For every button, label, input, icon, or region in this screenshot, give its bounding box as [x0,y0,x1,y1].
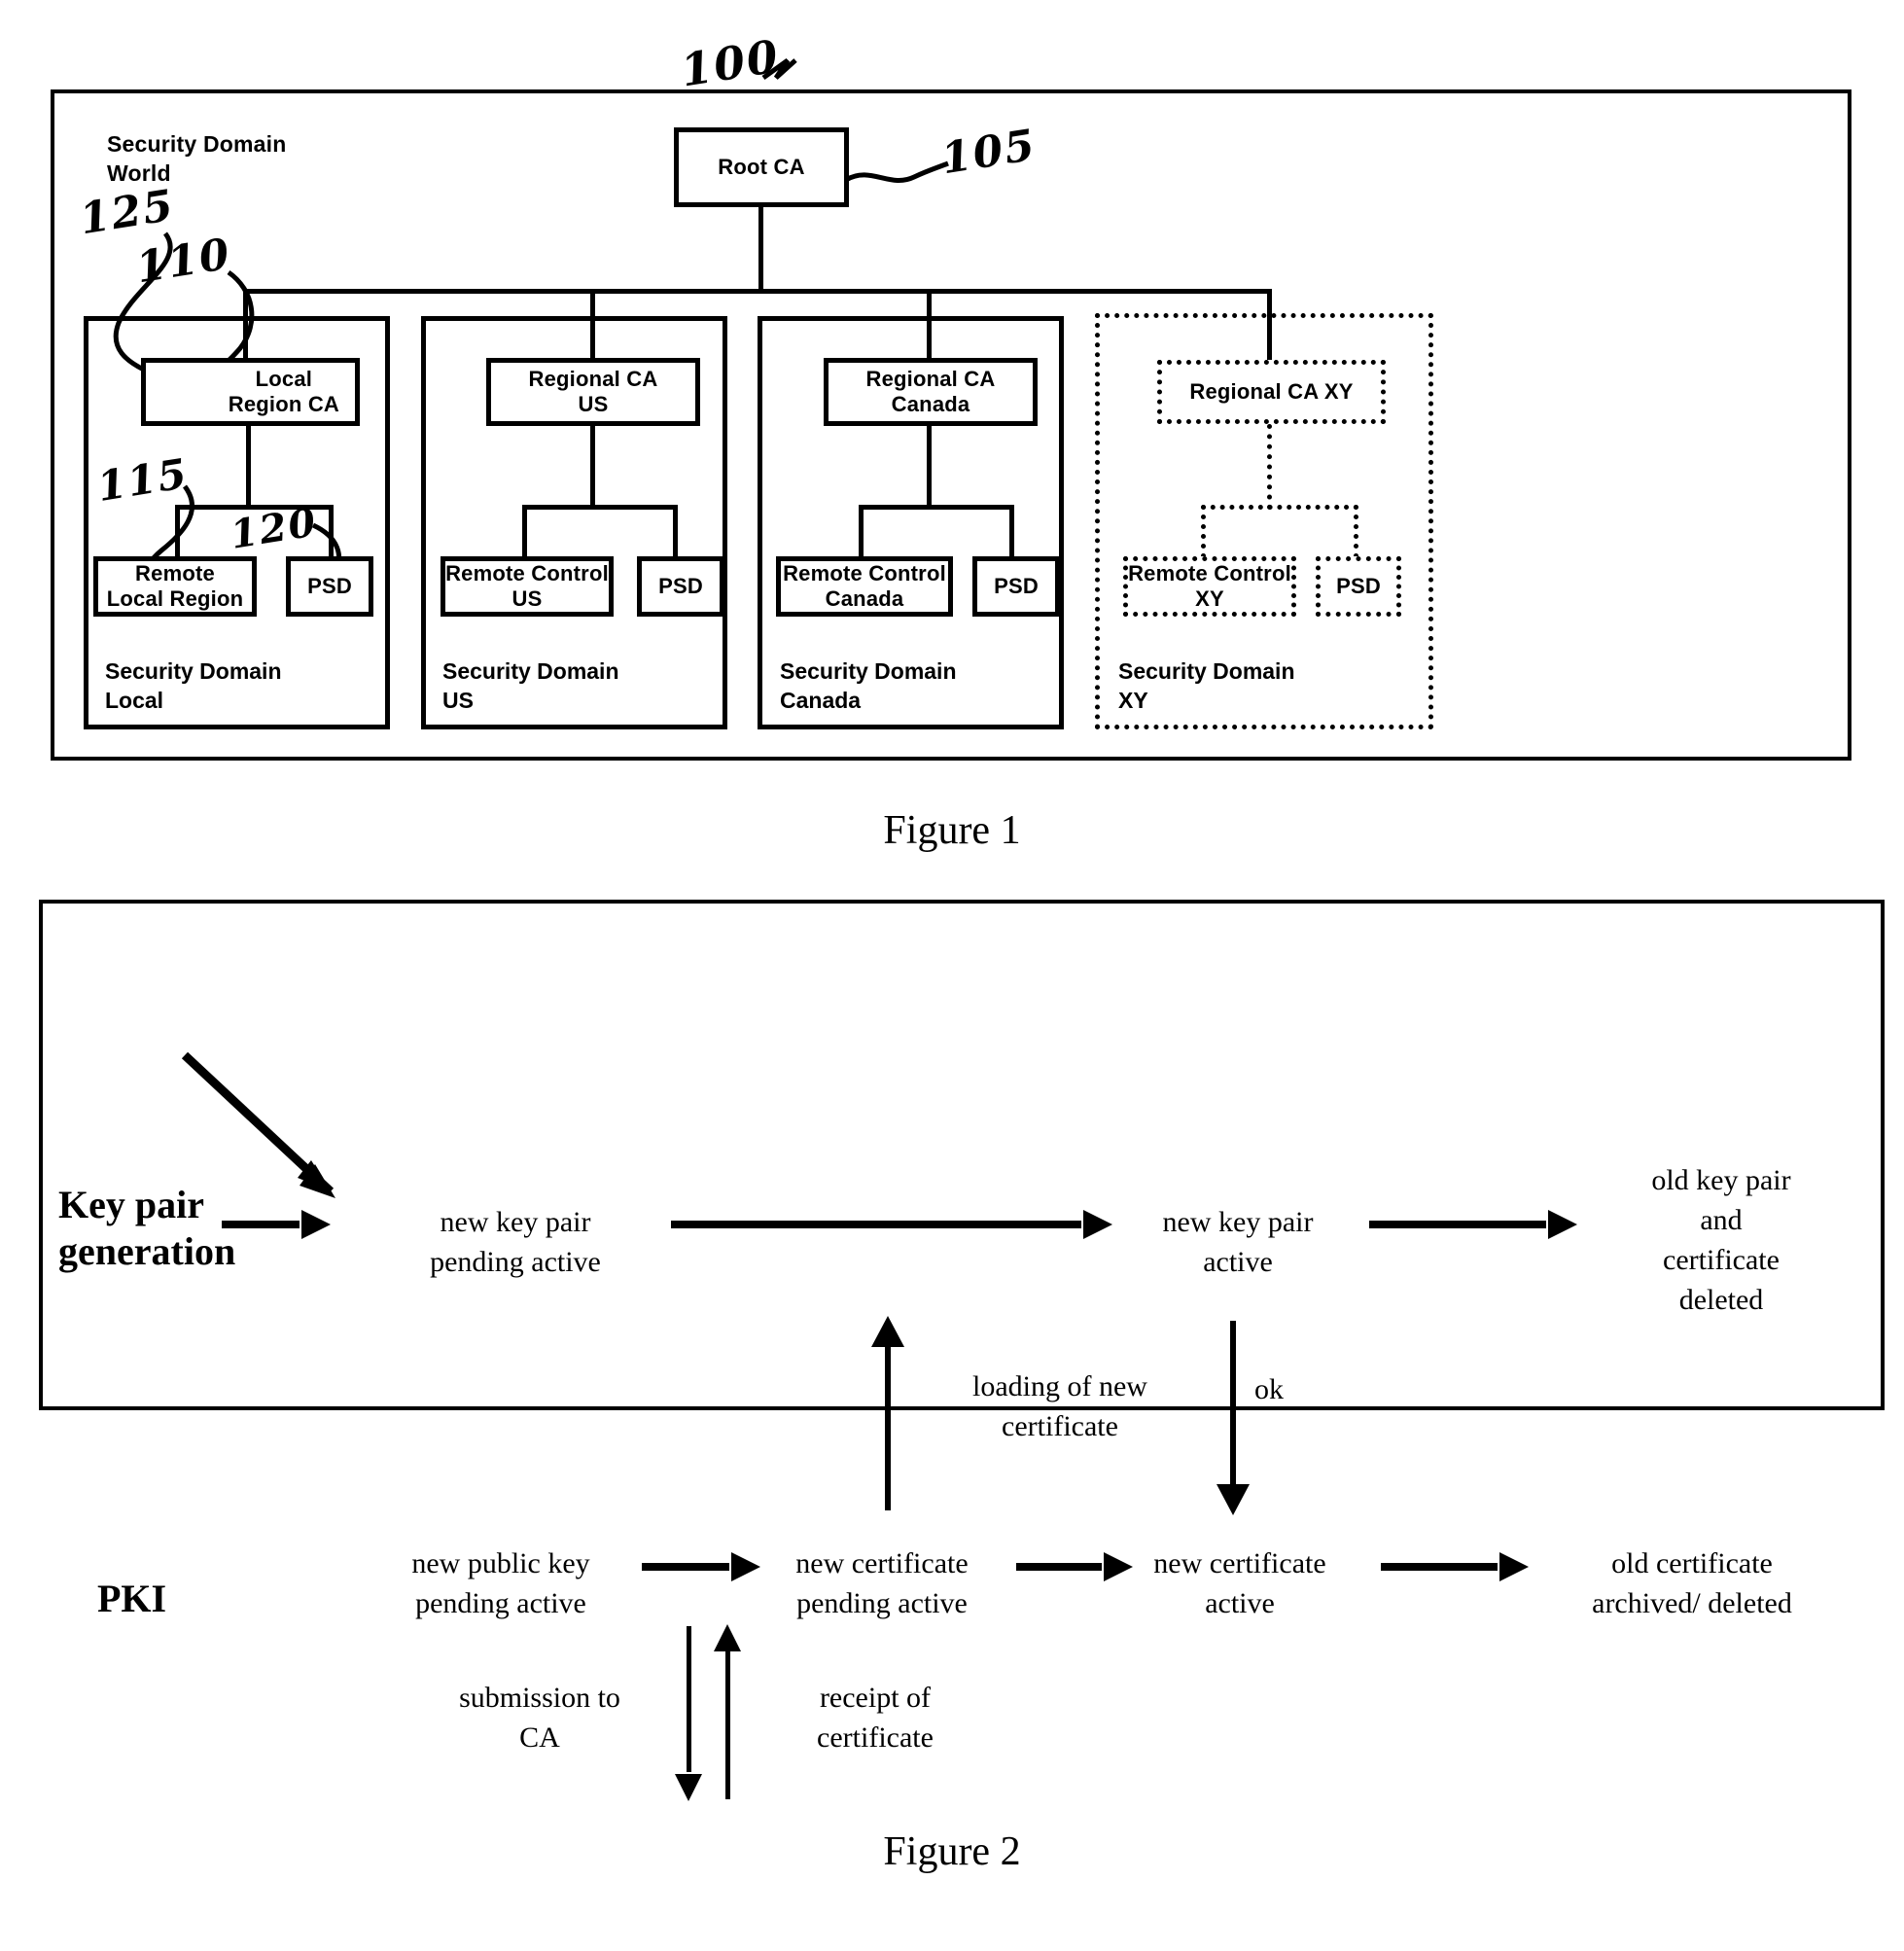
node-remote-local-region-label: Remote Local Region [106,561,244,611]
node-regional-ca-us[interactable]: Regional CA US [486,358,700,426]
state-new-key-pair-pending-active: new key pair pending active [430,1206,601,1278]
state-new-certificate-active: new certificate active [1153,1547,1326,1619]
connector-us-ca-stem [590,426,595,509]
connector-local-branch-left [175,505,180,558]
node-root-ca[interactable]: Root CA [674,127,849,207]
transition-ok: ok [1254,1373,1284,1405]
state-new-public-key-pending-active: new public key pending active [411,1547,590,1619]
node-root-ca-label: Root CA [718,155,805,179]
transition-submission-to-ca: submission to CA [459,1682,620,1754]
state-old-key-pair-and-certificate-deleted: old key pair and certificate deleted [1651,1164,1791,1316]
node-local-region-ca[interactable]: Local Region CA [141,358,360,426]
domain-label-xy: Security Domain XY [1118,658,1295,713]
connector-canada-branch [859,505,1014,510]
domain-label-canada: Security Domain Canada [780,658,957,713]
figure1-caption: Figure 1 [883,808,1021,853]
state-new-key-pair-active: new key pair active [1162,1206,1314,1278]
node-remote-control-canada-label: Remote Control Canada [783,561,946,611]
node-regional-ca-us-label: Regional CA US [528,367,658,416]
connector-us-branch-right [673,505,678,558]
state-new-certificate-pending-active: new certificate pending active [795,1547,969,1619]
node-psd-canada[interactable]: PSD [972,556,1060,617]
connector-canada-branch-right [1009,505,1014,558]
node-regional-ca-canada-label: Regional CA Canada [865,367,996,416]
node-regional-ca-canada[interactable]: Regional CA Canada [824,358,1038,426]
connector-us-branch-left [522,505,527,558]
arrow-keypair-to-pki [181,1051,335,1198]
transition-receipt-of-certificate: receipt of certificate [817,1682,934,1754]
leader-line-105 [844,160,949,183]
node-psd-us-label: PSD [658,574,703,598]
node-remote-control-us-label: Remote Control US [445,561,609,611]
leader-line-100 [761,57,797,81]
connector-xy-branch-left [1201,505,1206,558]
domain-label-local: Security Domain Local [105,658,282,713]
node-remote-control-xy-label: Remote Control XY [1128,561,1291,611]
connector-xy-branch-right [1354,505,1358,558]
lane-title-pki: PKI [97,1577,167,1620]
node-psd-canada-label: PSD [994,574,1039,598]
security-domain-world-label: Security Domain World [107,131,287,186]
node-regional-ca-xy-label: Regional CA XY [1189,379,1354,404]
state-old-certificate-archived-deleted: old certificate archived/ deleted [1592,1547,1792,1619]
node-psd-local[interactable]: PSD [286,556,373,617]
transition-loading-of-new-certificate: loading of new certificate [972,1370,1147,1442]
connector-us-branch [522,505,678,510]
connector-canada-branch-left [859,505,864,558]
connector-local-branch-right [329,505,334,558]
node-psd-xy[interactable]: PSD [1316,556,1401,617]
patent-figure-page: Security Domain World 100 105 110 115 12… [0,0,1904,1951]
connector-xy-branch [1201,505,1358,510]
node-remote-control-xy[interactable]: Remote Control XY [1123,556,1296,617]
connector-canada-ca-stem [927,426,932,509]
node-local-region-ca-label: Local Region CA [228,367,339,416]
domain-label-us: Security Domain US [442,658,619,713]
connector-bus [243,289,1272,294]
connector-local-ca-stem [246,426,251,509]
figure2-caption: Figure 2 [883,1829,1021,1874]
node-psd-local-label: PSD [307,574,352,598]
node-remote-control-us[interactable]: Remote Control US [441,556,614,617]
node-remote-local-region[interactable]: Remote Local Region [93,556,257,617]
connector-local-branch [175,505,334,510]
connector-xy-ca-stem [1267,424,1272,510]
connector-root-stem [758,207,763,292]
node-psd-xy-label: PSD [1336,574,1381,598]
node-remote-control-canada[interactable]: Remote Control Canada [776,556,953,617]
node-regional-ca-xy[interactable]: Regional CA XY [1157,360,1386,424]
node-psd-us[interactable]: PSD [637,556,724,617]
